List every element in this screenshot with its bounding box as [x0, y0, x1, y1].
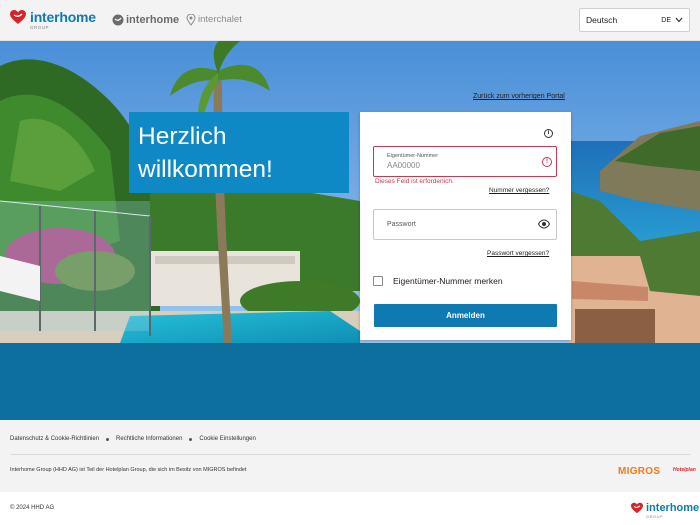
- footer-interhome-logo[interactable]: interhome GROUP: [630, 502, 700, 519]
- language-label: Deutsch: [586, 15, 618, 25]
- separator-dot: [189, 437, 193, 441]
- brand-name: interhome: [646, 502, 700, 514]
- cookie-settings-link[interactable]: Cookie Einstellungen: [199, 436, 255, 442]
- show-password-eye-icon[interactable]: [538, 219, 550, 229]
- owner-number-placeholder: AA00000: [387, 161, 420, 170]
- remember-label: Eigentümer-Nummer merken: [393, 276, 503, 286]
- footer-divider: [10, 454, 690, 455]
- interhome-mark-icon: [112, 14, 124, 26]
- location-pin-icon: [186, 14, 196, 26]
- migros-logo[interactable]: MIGROS: [618, 466, 660, 477]
- password-field[interactable]: Passwort: [373, 209, 557, 240]
- legal-link[interactable]: Rechtliche Informationen: [116, 436, 182, 442]
- owner-number-label: Eigentümer-Nummer: [387, 153, 439, 159]
- welcome-line-2: willkommen!: [138, 156, 273, 183]
- hero-landscape-image: [0, 41, 700, 343]
- site-footer: Datenschutz & Cookie-Richtlinien Rechtli…: [0, 420, 700, 492]
- brand-group-label: GROUP: [646, 514, 664, 519]
- interhome-heart-icon: [631, 502, 643, 514]
- login-submit-button[interactable]: Anmelden: [374, 304, 557, 327]
- separator-dot: [106, 437, 110, 441]
- hero-section: Zurück zum vorherigen Portal: [0, 41, 700, 343]
- brand-name: interhome: [30, 9, 96, 25]
- forgot-password-link[interactable]: Passwort vergessen?: [487, 250, 549, 257]
- language-select[interactable]: Deutsch DE: [579, 8, 690, 32]
- interhome-logo[interactable]: interhome: [112, 14, 179, 26]
- remember-checkbox[interactable]: [373, 276, 383, 286]
- hotelplan-logo[interactable]: Hotelplan: [673, 467, 696, 473]
- info-icon[interactable]: i: [544, 129, 553, 138]
- language-code: DE: [661, 16, 671, 24]
- owner-number-error: Dieses Feld ist erforderlich.: [375, 178, 454, 185]
- brand-name: interchalet: [198, 14, 242, 25]
- footer-company-info: Interhome Group (HHD AG) ist Teil der Ho…: [10, 467, 247, 473]
- privacy-link[interactable]: Datenschutz & Cookie-Richtlinien: [10, 436, 99, 442]
- interhome-group-logo[interactable]: interhome GROUP: [9, 9, 96, 30]
- welcome-banner: Herzlich willkommen!: [129, 112, 349, 193]
- interhome-heart-icon: [10, 10, 26, 24]
- forgot-number-link[interactable]: Nummer vergessen?: [489, 187, 549, 194]
- password-placeholder: Passwort: [387, 221, 416, 228]
- owner-number-field[interactable]: Eigentümer-Nummer AA00000: [373, 146, 557, 177]
- site-header: interhome GROUP interhome interchalet De…: [0, 0, 700, 41]
- copyright: © 2024 HHD AG: [10, 505, 55, 511]
- welcome-line-1: Herzlich: [138, 123, 227, 150]
- footer-links: Datenschutz & Cookie-Richtlinien Rechtli…: [10, 436, 256, 442]
- brand-group-label: GROUP: [30, 25, 50, 30]
- back-to-portal-link[interactable]: Zurück zum vorherigen Portal: [473, 93, 565, 100]
- chevron-down-icon: [675, 17, 683, 23]
- error-icon: !: [542, 157, 552, 167]
- interchalet-logo[interactable]: interchalet: [186, 14, 242, 26]
- blue-band: [0, 343, 700, 420]
- footer-bottom-bar: © 2024 HHD AG interhome GROUP: [0, 492, 700, 525]
- remember-owner-number[interactable]: Eigentümer-Nummer merken: [373, 276, 503, 286]
- brand-name: interhome: [126, 14, 180, 26]
